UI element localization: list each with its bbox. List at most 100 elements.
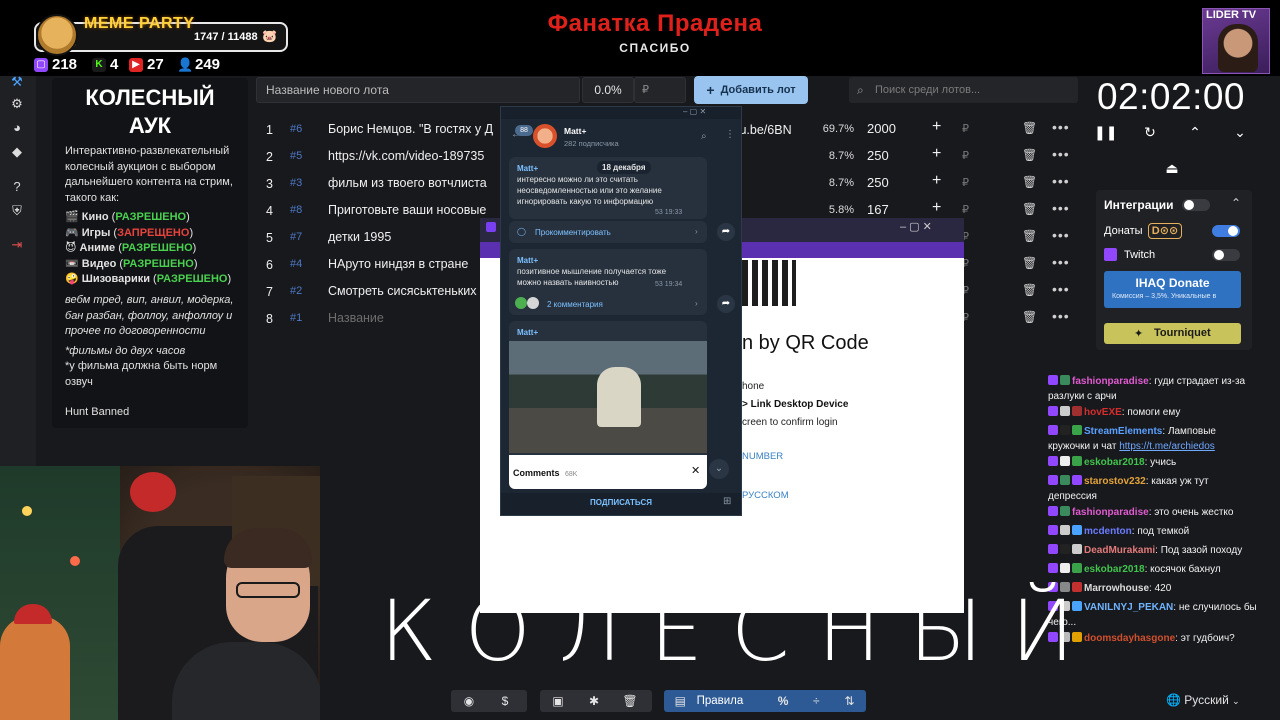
lot-position: 8 <box>266 312 273 326</box>
video-person <box>597 367 641 427</box>
chat-nick[interactable]: eskobar2018 <box>1084 564 1145 575</box>
trash-icon[interactable]: 🗑 <box>1022 310 1037 324</box>
chevron-up-icon[interactable]: ⌃ <box>1231 196 1241 210</box>
save-icon[interactable]: ▣ <box>540 690 576 712</box>
trash-icon[interactable]: 🗑 <box>1022 121 1037 135</box>
category-item: 📼 Видео (РАЗРЕШЕНО) <box>65 257 198 270</box>
lot-amount[interactable]: 250 <box>867 148 889 163</box>
spiderman-figure <box>130 472 176 512</box>
share-icon[interactable]: ➦ <box>717 223 735 241</box>
collapse-icon[interactable]: ⏏ <box>1162 160 1182 177</box>
add-lot-button[interactable]: + Добавить лот <box>694 76 808 104</box>
integrations-title: Интеграции <box>1104 198 1174 212</box>
logout-icon[interactable]: ⇥ <box>9 237 25 253</box>
chat-nick[interactable]: starostov232 <box>1084 476 1146 487</box>
language-select[interactable]: 🌐 Русский ⌄ <box>1166 689 1254 711</box>
github-icon[interactable]: ◉ <box>451 690 487 712</box>
more-icon[interactable]: ••• <box>1052 308 1070 324</box>
trash-icon[interactable]: 🗑 <box>1022 148 1037 162</box>
chat-nick[interactable]: StreamElements <box>1084 426 1162 437</box>
twitch-toggle[interactable] <box>1212 249 1240 261</box>
bottom-group-rules: ▤ Правила % ÷ ⇅ <box>664 690 866 712</box>
category-status: РАЗРЕШЕНО <box>123 257 194 270</box>
chat-nick[interactable]: mcdenton <box>1084 526 1132 537</box>
more-icon[interactable]: ••• <box>1052 173 1070 189</box>
more-icon[interactable]: ••• <box>1052 254 1070 270</box>
chat-link[interactable]: https://t.me/archiedos <box>1119 441 1215 452</box>
chat-nick[interactable]: fashionparadise <box>1072 507 1149 518</box>
hammer-icon[interactable]: ⚒ <box>9 74 25 90</box>
tourniquet-label: Tourniquet <box>1154 327 1211 339</box>
badge-icon <box>1048 425 1058 435</box>
trash-icon[interactable]: 🗑 <box>1022 202 1037 216</box>
chat-nick[interactable]: hovEXE <box>1084 407 1122 418</box>
lot-amount[interactable]: 2000 <box>867 121 896 136</box>
donations-toggle[interactable] <box>1212 225 1240 237</box>
category-name: Видео <box>81 257 117 270</box>
layers-icon[interactable]: ◆ <box>9 144 25 160</box>
kick-viewers: K 4 <box>92 56 118 73</box>
plus-icon[interactable]: + <box>932 145 941 163</box>
plus-icon[interactable]: + <box>932 199 941 217</box>
comment-button[interactable]: ◯ Прокомментировать › <box>509 221 707 243</box>
new-lot-name-input[interactable]: Название нового лота <box>256 77 580 103</box>
more-icon[interactable]: ••• <box>1052 281 1070 297</box>
trash-icon[interactable]: 🗑 <box>612 690 648 712</box>
wheel-icon[interactable]: ◕ <box>9 120 25 136</box>
chevron-down-icon[interactable]: ⌄ <box>1230 124 1250 141</box>
more-icon[interactable]: ••• <box>1052 227 1070 243</box>
plus-icon[interactable]: + <box>932 172 941 190</box>
video-thumbnail[interactable] <box>509 341 707 453</box>
pause-icon[interactable]: ❚❚ <box>1094 124 1117 141</box>
login-by-phone-link[interactable]: NUMBER <box>742 451 783 462</box>
bug-icon[interactable]: ✱ <box>576 690 612 712</box>
reset-icon[interactable]: ↻ <box>1140 124 1160 141</box>
shield-icon[interactable]: ⛨ <box>9 203 25 219</box>
scroll-down-icon[interactable]: ⌄ <box>709 459 729 479</box>
more-icon[interactable]: ⋮ <box>725 129 735 140</box>
search-icon[interactable]: ⌕ <box>701 131 707 142</box>
sort-icon[interactable]: ⇅ <box>833 690 866 712</box>
lot-amount[interactable]: 250 <box>867 175 889 190</box>
help-icon[interactable]: ? <box>9 179 25 195</box>
badge-icon <box>1072 544 1082 554</box>
lot-id: #8 <box>290 204 303 216</box>
gear-icon[interactable]: ⚙ <box>9 96 25 112</box>
gift-icon[interactable]: ⊞ <box>723 496 731 507</box>
share-icon[interactable]: ➦ <box>717 295 735 313</box>
lot-amount-input[interactable]: ₽ <box>634 77 686 103</box>
more-icon[interactable]: ••• <box>1052 200 1070 216</box>
lot-search-input[interactable]: ⌕ Поиск среди лотов... <box>849 77 1078 103</box>
dollar-icon[interactable]: $ <box>487 690 523 712</box>
browser-menu-icon[interactable] <box>486 222 496 232</box>
more-icon[interactable]: ••• <box>1052 146 1070 162</box>
split-icon[interactable]: ÷ <box>800 690 833 712</box>
trash-icon[interactable]: 🗑 <box>1022 229 1037 243</box>
auction-description: Интерактивно-развлекательный колесный ау… <box>65 145 233 204</box>
trash-icon[interactable]: 🗑 <box>1022 283 1037 297</box>
chat-nick[interactable]: DeadMurakami <box>1084 545 1155 556</box>
lot-percent-input[interactable]: 0.0% <box>582 77 634 103</box>
lot-amount[interactable]: 167 <box>867 202 889 217</box>
plus-icon[interactable]: + <box>932 118 941 136</box>
language-link[interactable]: РУССКОМ <box>742 490 789 501</box>
trash-icon[interactable]: 🗑 <box>1022 256 1037 270</box>
badge-icon <box>1060 544 1070 554</box>
close-icon[interactable]: ✕ <box>691 466 700 477</box>
chat-nick[interactable]: eskobar2018 <box>1084 457 1145 468</box>
percent-button[interactable]: % <box>767 690 800 712</box>
integrations-toggle[interactable] <box>1182 199 1210 211</box>
kick-icon: K <box>92 57 106 72</box>
comments-link[interactable]: 2 комментария <box>547 299 603 310</box>
chat-nick[interactable]: fashionparadise <box>1072 376 1149 387</box>
more-icon[interactable]: ••• <box>1052 119 1070 135</box>
window-controls[interactable]: – ▢ ✕ <box>683 107 706 116</box>
rules-button[interactable]: Правила <box>689 690 767 712</box>
subscribe-button[interactable]: ПОДПИСАТЬСЯ <box>501 498 741 507</box>
ihaq-donate-button[interactable]: IHAQ Donate Комиссия – 3,5%. Уникальные … <box>1104 271 1241 308</box>
tourniquet-button[interactable]: ✦ Tourniquet <box>1104 323 1241 344</box>
trash-icon[interactable]: 🗑 <box>1022 175 1037 189</box>
chevron-up-icon[interactable]: ⌃ <box>1185 124 1205 141</box>
category-item: 🤪 Шизоварики (РАЗРЕШЕНО) <box>65 273 232 285</box>
window-controls[interactable]: – ▢ ✕ <box>900 220 932 233</box>
